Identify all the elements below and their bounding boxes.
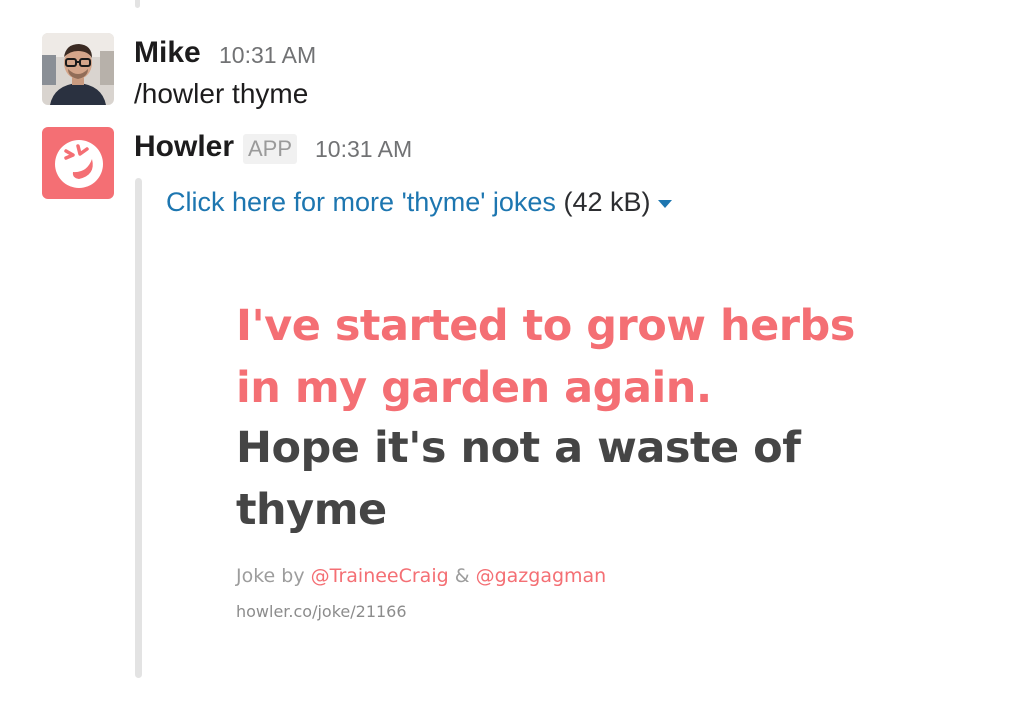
joke-punchline: thyme — [236, 485, 387, 535]
joke-credit: Joke by @TraineeCraig & @gazgagman — [236, 565, 606, 587]
joke-setup-line: in my garden again. — [236, 363, 712, 413]
laughing-face-icon — [42, 127, 114, 199]
joke-image[interactable]: I've started to grow herbs in my garden … — [166, 240, 956, 660]
joke-punchline: Hope it's not a waste of — [236, 423, 801, 473]
attachment-link[interactable]: Click here for more 'thyme' jokes — [166, 187, 556, 217]
sender-name-howler[interactable]: Howler — [134, 129, 234, 165]
message-timestamp[interactable]: 10:31 AM — [315, 131, 412, 167]
author-handle: @gazgagman — [475, 565, 607, 587]
chat-thread: Mike 10:31 AM /howler thyme Howler APP 1… — [0, 0, 1018, 726]
mike-avatar[interactable] — [42, 33, 114, 105]
user-photo-icon — [42, 33, 114, 105]
author-handle: @TraineeCraig — [310, 565, 449, 587]
attachment-size: (42 kB) — [563, 187, 651, 217]
attachment-header: Click here for more 'thyme' jokes (42 kB… — [166, 184, 673, 220]
sender-name-mike[interactable]: Mike — [134, 35, 201, 71]
app-badge: APP — [243, 134, 298, 164]
credit-prefix: Joke by — [236, 565, 305, 587]
attachment-border — [135, 178, 142, 678]
caret-down-icon[interactable] — [658, 199, 673, 208]
message-text: /howler thyme — [134, 78, 309, 109]
joke-setup-line: I've started to grow herbs — [236, 301, 855, 351]
joke-url: howler.co/joke/21166 — [236, 602, 407, 621]
howler-avatar[interactable] — [42, 127, 114, 199]
credit-joiner: & — [454, 565, 470, 587]
message-timestamp[interactable]: 10:31 AM — [219, 37, 316, 73]
previous-message-divider — [135, 0, 140, 8]
